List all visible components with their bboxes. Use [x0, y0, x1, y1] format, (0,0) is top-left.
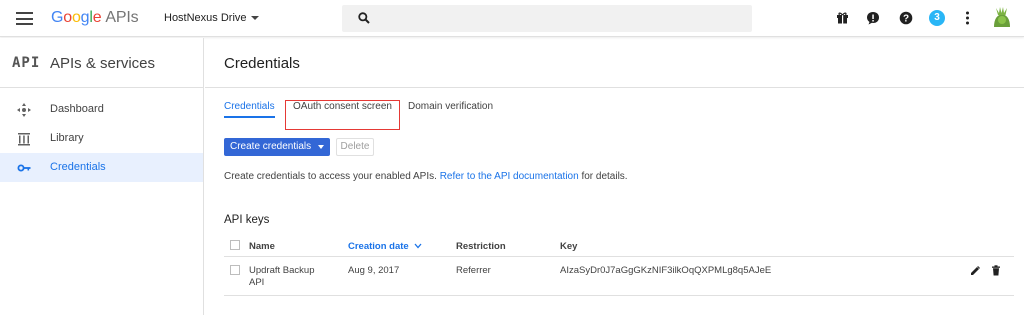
api-documentation-link[interactable]: Refer to the API documentation — [440, 171, 579, 182]
search-bar[interactable] — [342, 5, 752, 32]
google-apis-logo[interactable]: Google APIs — [51, 9, 139, 27]
create-credentials-label: Create credentials — [230, 141, 312, 152]
row-name-line2: API — [249, 277, 265, 288]
caret-down-icon — [318, 145, 324, 149]
main-header: Credentials — [205, 38, 1024, 88]
main-content: Credentials Credentials OAuth consent sc… — [205, 38, 1024, 315]
avatar[interactable] — [989, 5, 1015, 31]
row-checkbox[interactable] — [230, 265, 240, 275]
row-key: AIzaSyDr0J7aGgGKzNIF3ilkOqQXPMLg8q5AJeE — [560, 265, 772, 276]
sidebar-item-library[interactable]: Library — [0, 124, 203, 153]
column-header-label: Creation date — [348, 241, 409, 252]
sidebar-item-label: Dashboard — [50, 103, 104, 115]
project-selector[interactable]: HostNexus Drive — [164, 12, 259, 24]
logo-letter: e — [92, 9, 102, 26]
row-restriction: Referrer — [456, 265, 491, 276]
logo-suffix: APIs — [105, 9, 139, 26]
edit-icon[interactable] — [970, 265, 981, 276]
create-credentials-button[interactable]: Create credentials — [224, 138, 330, 156]
search-icon — [358, 12, 370, 24]
column-header-restriction[interactable]: Restriction — [456, 241, 506, 252]
row-name[interactable]: Updraft Backup API — [249, 265, 314, 289]
top-bar: Google APIs HostNexus Drive ? 3 — [0, 0, 1024, 37]
delete-button[interactable]: Delete — [336, 138, 374, 156]
help-text-before: Create credentials to access your enable… — [224, 171, 440, 182]
tab-domain-verification[interactable]: Domain verification — [408, 101, 493, 112]
sidebar: API APIs & services Dashboard Library Cr… — [0, 38, 204, 315]
section-title: API keys — [224, 214, 270, 226]
table-row: Updraft Backup API Aug 9, 2017 Referrer … — [224, 258, 1014, 296]
tab-credentials[interactable]: Credentials — [224, 101, 275, 118]
sidebar-item-credentials[interactable]: Credentials — [0, 153, 203, 182]
logo-letter: o — [71, 9, 81, 26]
key-icon — [17, 164, 31, 172]
column-header-creation-date[interactable]: Creation date — [348, 241, 422, 252]
highlight-outline — [285, 100, 400, 130]
library-icon — [18, 133, 30, 146]
more-options-icon[interactable] — [965, 11, 970, 25]
help-text-after: for details. — [578, 171, 628, 182]
sort-arrow-icon — [414, 244, 422, 249]
notifications-badge[interactable]: 3 — [929, 10, 945, 26]
page-title: Credentials — [224, 55, 300, 72]
help-icon[interactable]: ? — [899, 11, 913, 25]
sidebar-header: API APIs & services — [0, 38, 203, 88]
project-name: HostNexus Drive — [164, 12, 247, 24]
sidebar-title: APIs & services — [50, 55, 156, 72]
select-all-checkbox[interactable] — [230, 240, 240, 250]
sidebar-item-label: Credentials — [50, 161, 106, 173]
gift-icon[interactable] — [836, 11, 849, 24]
feedback-icon[interactable] — [866, 11, 880, 25]
logo-letter: o — [63, 9, 72, 26]
api-logo: API — [12, 55, 41, 71]
column-header-key[interactable]: Key — [560, 241, 577, 252]
sidebar-item-label: Library — [50, 132, 84, 144]
row-creation-date: Aug 9, 2017 — [348, 265, 400, 276]
svg-text:?: ? — [903, 14, 909, 25]
delete-icon[interactable] — [991, 265, 1001, 276]
sidebar-item-dashboard[interactable]: Dashboard — [0, 95, 203, 124]
dashboard-icon — [17, 103, 31, 117]
caret-down-icon — [250, 16, 259, 21]
table-header: Name Creation date Restriction Key — [224, 237, 1014, 257]
row-name-line1: Updraft Backup — [249, 265, 315, 276]
menu-icon[interactable] — [16, 12, 33, 25]
logo-letter: G — [51, 9, 64, 26]
help-text: Create credentials to access your enable… — [224, 171, 628, 182]
column-header-name[interactable]: Name — [249, 241, 275, 252]
